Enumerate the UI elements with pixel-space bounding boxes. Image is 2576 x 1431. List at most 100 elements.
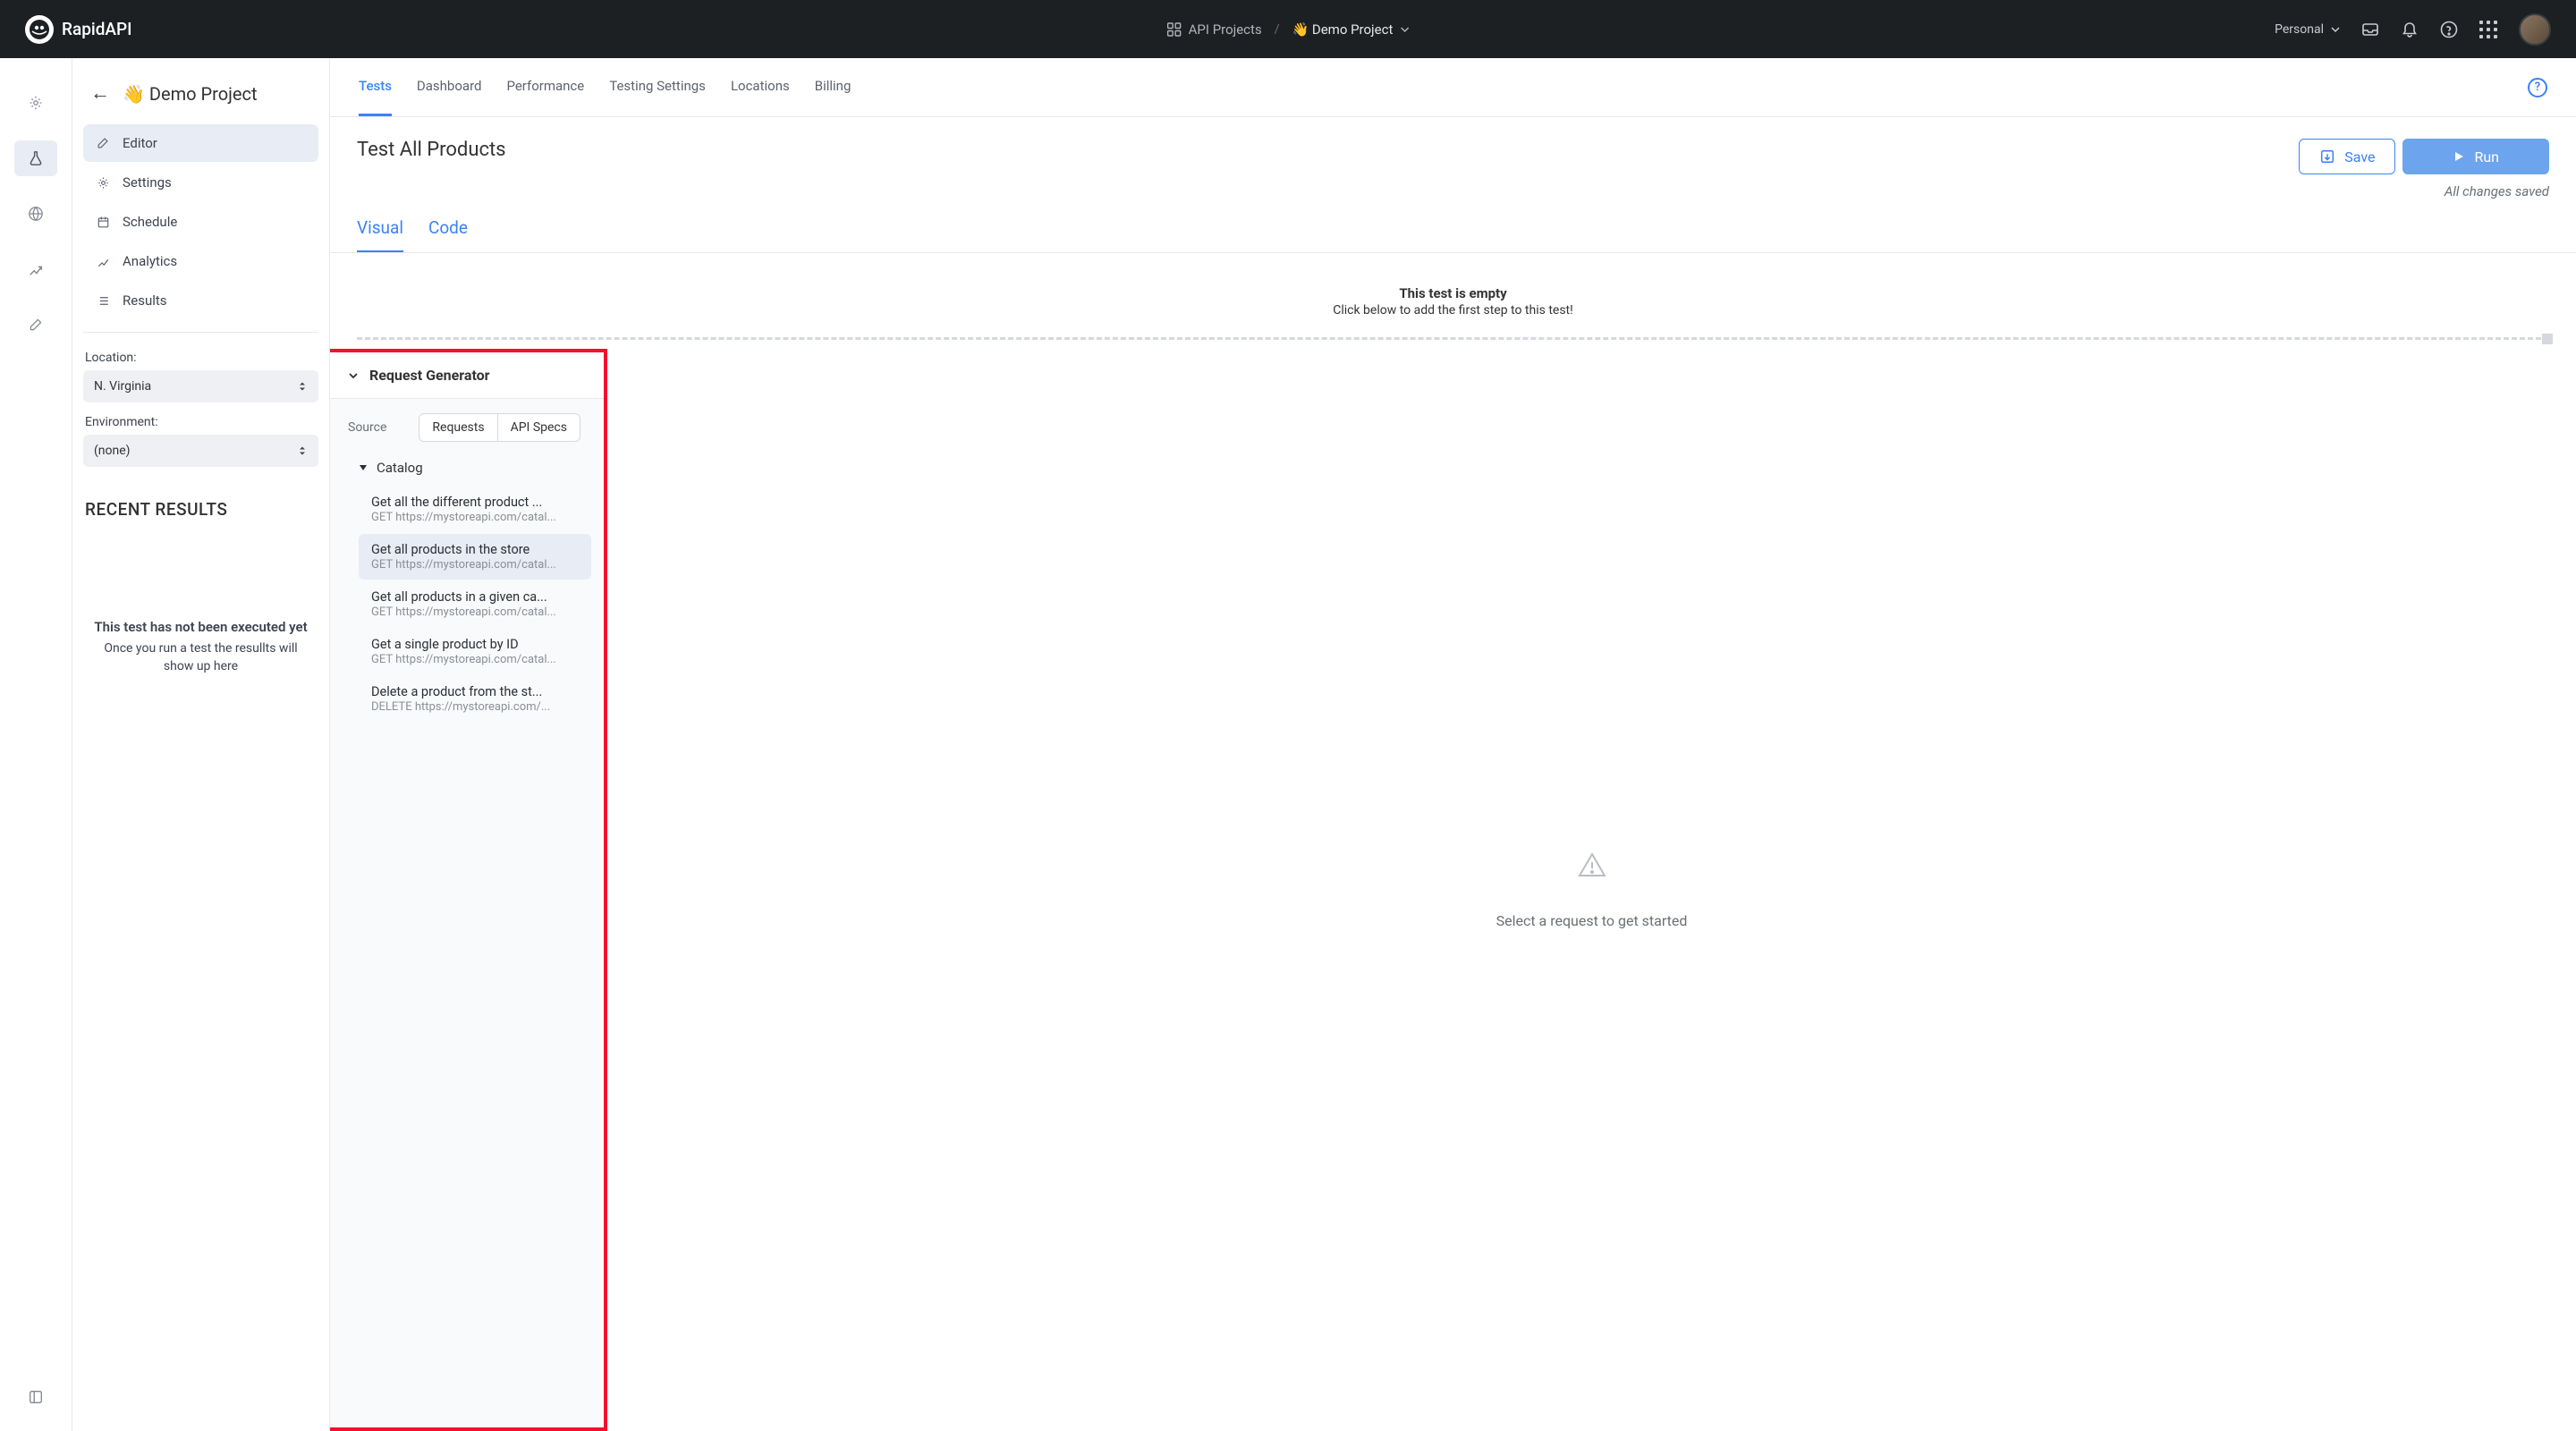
chevron-down-icon [348, 370, 359, 381]
tab-billing[interactable]: Billing [815, 58, 852, 116]
app-header: RapidAPI API Projects / 👋 Demo Project P… [0, 0, 2576, 58]
inbox-icon[interactable] [2361, 21, 2379, 38]
empty-test-sub: Click below to add the first step to thi… [330, 303, 2576, 318]
rail-panel-icon[interactable] [14, 1379, 57, 1415]
endpoint-title: Delete a product from the st... [371, 684, 582, 699]
bell-icon[interactable] [2401, 21, 2419, 38]
breadcrumb-projects-label: API Projects [1189, 21, 1262, 38]
sidebar-item-label: Schedule [123, 214, 177, 230]
breadcrumb-projects[interactable]: API Projects [1167, 21, 1262, 38]
breadcrumb-current[interactable]: 👋 Demo Project [1292, 21, 1409, 38]
chevron-down-icon [1400, 25, 1409, 34]
list-icon [96, 293, 110, 308]
endpoint-item[interactable]: Get all products in a given ca...GET htt… [359, 581, 591, 627]
endpoint-item[interactable]: Get a single product by IDGET https://my… [359, 629, 591, 674]
source-row: Source Requests API Specs [330, 399, 604, 454]
endpoint-item[interactable]: Get all the different product ...GET htt… [359, 487, 591, 532]
sidebar-item-analytics[interactable]: Analytics [83, 242, 318, 280]
divider [83, 332, 318, 333]
subtab-visual[interactable]: Visual [357, 214, 403, 252]
grid-icon [1167, 22, 1182, 37]
recent-results-empty: This test has not been executed yet Once… [83, 618, 318, 675]
rail-pencil-icon[interactable] [14, 307, 57, 343]
user-avatar[interactable] [2519, 13, 2551, 46]
sidebar-item-results[interactable]: Results [83, 282, 318, 319]
select-sort-icon [297, 381, 308, 392]
request-preview-empty-msg: Select a request to get started [1496, 912, 1688, 929]
tab-tests[interactable]: Tests [359, 58, 392, 116]
location-select[interactable]: N. Virginia [83, 370, 318, 402]
sidebar-item-settings[interactable]: Settings [83, 164, 318, 201]
sidebar-item-label: Analytics [123, 253, 177, 269]
sidebar-nav: Editor Settings Schedule Analytics Resul… [83, 124, 318, 319]
endpoint-sub: GET https://mystoreapi.com/catal... [371, 653, 582, 666]
main-area: ← 👋 Demo Project Editor Settings Schedul… [72, 58, 2576, 1431]
save-button[interactable]: Save [2299, 139, 2395, 174]
lower-panel: Request Generator Source Requests API Sp… [330, 349, 2576, 1431]
resize-handle[interactable] [2542, 334, 2553, 344]
location-value: N. Virginia [94, 379, 151, 394]
tab-locations[interactable]: Locations [731, 58, 790, 116]
play-icon [2453, 150, 2465, 163]
run-button[interactable]: Run [2402, 139, 2549, 174]
actions: Save Run All changes saved [2299, 139, 2549, 199]
breadcrumb-separator: / [1275, 22, 1280, 37]
calendar-icon [96, 215, 110, 229]
left-rail [0, 58, 72, 1431]
chart-icon [96, 254, 110, 268]
triangle-down-icon [359, 463, 368, 472]
seg-requests[interactable]: Requests [419, 414, 496, 441]
tab-performance[interactable]: Performance [506, 58, 584, 116]
sidebar-item-schedule[interactable]: Schedule [83, 203, 318, 241]
sidebar-item-label: Editor [123, 135, 157, 151]
apps-grid-icon[interactable] [2479, 21, 2497, 38]
editor-subtabs: Visual Code [330, 214, 2576, 253]
empty-test-title: This test is empty [330, 285, 2576, 301]
tab-help[interactable]: ? [2528, 78, 2547, 97]
rail-gear-icon[interactable] [14, 85, 57, 121]
environment-label: Environment: [83, 415, 318, 429]
endpoint-sub: GET https://mystoreapi.com/catal... [371, 605, 582, 619]
rail-flask-icon[interactable] [14, 140, 57, 176]
environment-value: (none) [94, 444, 131, 458]
brand-name: RapidAPI [62, 19, 132, 39]
seg-api-specs[interactable]: API Specs [497, 414, 580, 441]
rail-globe-icon[interactable] [14, 196, 57, 232]
endpoint-item[interactable]: Get all products in the storeGET https:/… [359, 534, 591, 580]
request-generator-header[interactable]: Request Generator [330, 352, 604, 399]
workspace-label: Personal [2275, 22, 2324, 37]
back-arrow-icon[interactable]: ← [90, 84, 110, 104]
recent-empty-title: This test has not been executed yet [94, 618, 308, 637]
dashed-divider [357, 337, 2549, 340]
workspace-switcher[interactable]: Personal [2275, 22, 2340, 37]
request-tree: Catalog Get all the different product ..… [330, 454, 604, 729]
brand-block[interactable]: RapidAPI [25, 15, 132, 44]
sidebar-item-editor[interactable]: Editor [83, 124, 318, 162]
source-label: Source [348, 420, 386, 435]
save-icon [2319, 148, 2335, 165]
sidebar-header: ← 👋 Demo Project [83, 80, 318, 124]
request-generator-panel: Request Generator Source Requests API Sp… [330, 349, 607, 1431]
tab-testing-settings[interactable]: Testing Settings [609, 58, 706, 116]
content-area: Tests Dashboard Performance Testing Sett… [330, 58, 2576, 1431]
sidebar-item-label: Settings [123, 174, 172, 191]
subtab-code[interactable]: Code [428, 214, 468, 252]
tab-dashboard[interactable]: Dashboard [417, 58, 482, 116]
endpoint-sub: GET https://mystoreapi.com/catal... [371, 558, 582, 572]
help-icon[interactable] [2440, 21, 2458, 38]
run-button-label: Run [2474, 148, 2499, 165]
empty-test: This test is empty Click below to add th… [330, 253, 2576, 326]
rail-chart-icon[interactable] [14, 251, 57, 287]
breadcrumb-current-label: 👋 Demo Project [1292, 21, 1393, 38]
endpoint-sub: GET https://mystoreapi.com/catal... [371, 511, 582, 524]
tree-group-catalog[interactable]: Catalog [355, 454, 595, 485]
saved-status: All changes saved [2445, 183, 2549, 199]
tree-group-label: Catalog [377, 460, 423, 476]
environment-select[interactable]: (none) [83, 435, 318, 467]
content-header: Test All Products Save Run All changes s… [330, 117, 2576, 207]
endpoint-item[interactable]: Delete a product from the st...DELETE ht… [359, 676, 591, 722]
pencil-icon [96, 136, 110, 150]
tab-bar: Tests Dashboard Performance Testing Sett… [330, 58, 2576, 117]
endpoint-title: Get all products in the store [371, 542, 582, 557]
warning-icon [1577, 851, 1607, 878]
